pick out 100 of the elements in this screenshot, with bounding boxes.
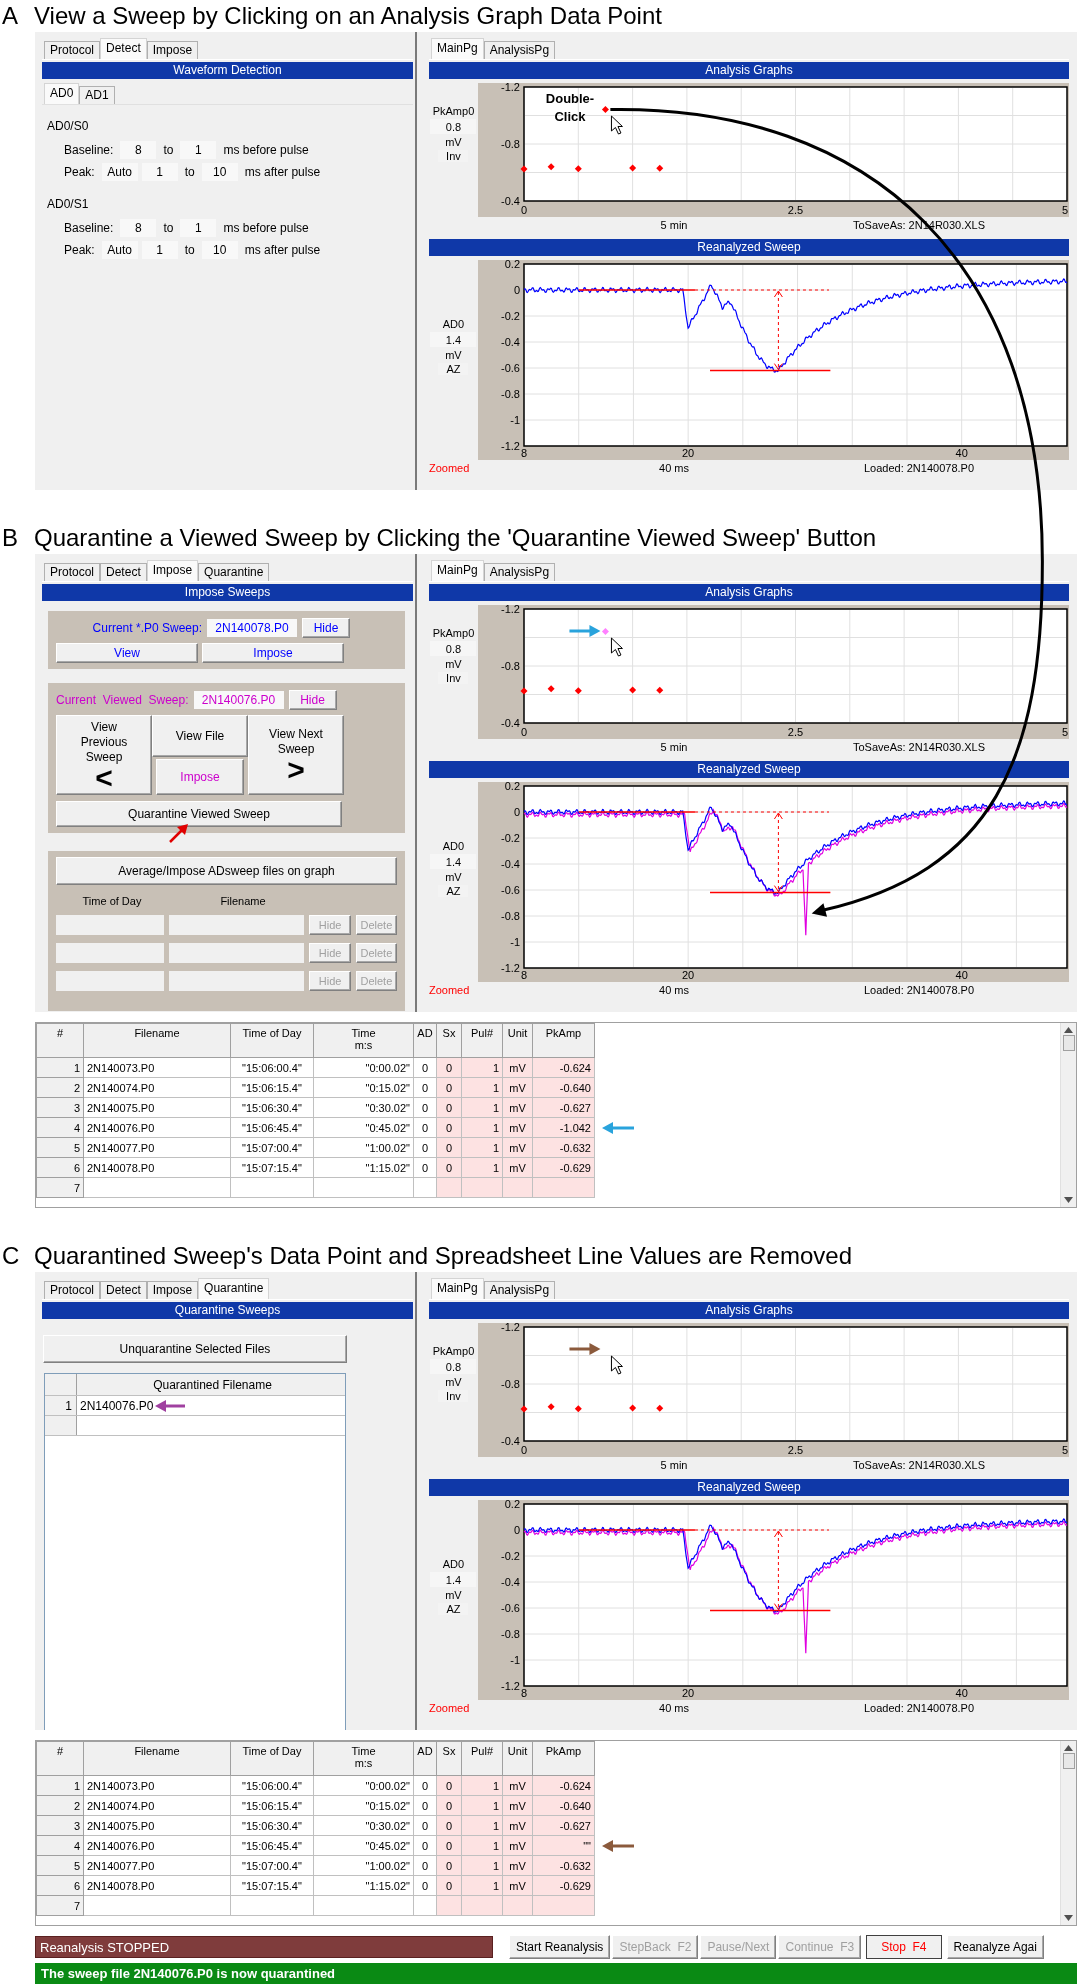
- scale-field[interactable]: 1.4: [430, 1572, 477, 1587]
- average-button[interactable]: Average/Impose ADsweep files on graph: [56, 857, 397, 885]
- panel-header: Analysis Graphs: [429, 584, 1069, 601]
- input-field[interactable]: Auto: [101, 163, 138, 181]
- panel-header: Reanalyzed Sweep: [429, 239, 1069, 256]
- column-header: PkAmp: [544, 1027, 583, 1039]
- column-header: Sx: [441, 1027, 457, 1039]
- input-field[interactable]: [56, 971, 164, 991]
- file-note: ToSaveAs: 2N14R030.XLS: [851, 741, 987, 753]
- toolbar-button[interactable]: Reanalyze Agai: [946, 1935, 1044, 1959]
- tab[interactable]: MainPg: [431, 1278, 484, 1299]
- scroll-up-icon[interactable]: [1064, 1027, 1073, 1033]
- table-cell: 0: [413, 1157, 437, 1178]
- scroll-up-icon[interactable]: [1064, 1745, 1073, 1751]
- data-point[interactable]: [520, 1405, 528, 1413]
- axis-tick-label: -0.2: [500, 1550, 520, 1562]
- file-note: Loaded: 2N140078.P0: [862, 1702, 976, 1714]
- table-cell: "1:00.02": [313, 1855, 414, 1876]
- section-letter: C: [1, 1242, 21, 1270]
- input-field[interactable]: [169, 943, 305, 963]
- tab[interactable]: Impose: [146, 41, 199, 59]
- hide-button[interactable]: Hide: [288, 690, 337, 710]
- input-field[interactable]: 8: [120, 141, 157, 159]
- action-button[interactable]: Impose: [202, 643, 344, 663]
- input-field[interactable]: 1: [180, 219, 217, 237]
- hide-button[interactable]: Hide: [302, 618, 350, 638]
- sweep-label: Current Viewed Sweep:: [56, 693, 189, 707]
- impose-button[interactable]: Impose: [156, 759, 244, 795]
- scroll-thumb[interactable]: [1062, 1035, 1075, 1051]
- tab[interactable]: Detect: [100, 1281, 147, 1299]
- panel-header: Reanalyzed Sweep: [429, 761, 1069, 778]
- input-field[interactable]: [56, 915, 164, 935]
- tab[interactable]: Impose: [146, 560, 199, 581]
- row-number: 1: [45, 1396, 77, 1415]
- row-number: 5: [36, 1137, 84, 1158]
- column-header: AD: [416, 1027, 434, 1039]
- data-point[interactable]: [520, 165, 528, 173]
- sweep-field[interactable]: 2N140076.P0: [193, 691, 284, 709]
- view-file-button[interactable]: View File: [152, 715, 248, 757]
- scroll-thumb[interactable]: [1062, 1753, 1075, 1769]
- tab[interactable]: Protocol: [44, 41, 101, 59]
- axis-tick-label: 0.2: [504, 782, 520, 792]
- tab[interactable]: AnalysisPg: [483, 563, 556, 581]
- input-field[interactable]: 1: [180, 141, 217, 159]
- unit-label: mV: [445, 658, 462, 670]
- previous-sweep-button[interactable]: View Previous Sweep <: [56, 715, 152, 795]
- input-field[interactable]: 1: [141, 163, 178, 181]
- input-field[interactable]: 8: [120, 219, 157, 237]
- unquarantine-button[interactable]: Unquarantine Selected Files: [43, 1335, 347, 1363]
- table-cell: "0:15.02": [313, 1795, 414, 1816]
- scroll-down-icon[interactable]: [1064, 1197, 1073, 1203]
- tab[interactable]: AnalysisPg: [483, 41, 556, 59]
- input-field[interactable]: 1: [141, 241, 178, 259]
- tab[interactable]: MainPg: [431, 560, 484, 581]
- tab[interactable]: Detect: [100, 38, 147, 59]
- file-name[interactable]: 2N140076.P0: [80, 1398, 154, 1413]
- tab[interactable]: Protocol: [44, 1281, 101, 1299]
- input-field[interactable]: [169, 915, 305, 935]
- scrollbar[interactable]: [1060, 1023, 1076, 1207]
- tab[interactable]: AD0: [44, 83, 80, 104]
- tab[interactable]: Quarantine: [198, 1278, 270, 1299]
- scale-field[interactable]: 0.8: [430, 641, 477, 656]
- tab[interactable]: Quarantine: [198, 563, 270, 581]
- column-header: #: [55, 1745, 65, 1757]
- toolbar-button[interactable]: Stop F4: [866, 1935, 942, 1959]
- field-label: ms before pulse: [222, 143, 310, 157]
- tab[interactable]: AD1: [79, 86, 115, 104]
- toolbar-button[interactable]: Start Reanalysis: [509, 1935, 611, 1959]
- axis-label: 40 ms: [658, 1702, 690, 1714]
- action-button[interactable]: View: [56, 643, 198, 663]
- scale-field[interactable]: 0.8: [430, 119, 477, 134]
- input-field[interactable]: 10: [201, 163, 238, 181]
- table-cell: 0: [413, 1835, 437, 1856]
- column-header: AD: [416, 1745, 434, 1757]
- scale-field[interactable]: 1.4: [430, 854, 477, 869]
- axis-tick-label: 0.2: [504, 260, 520, 270]
- tab[interactable]: Protocol: [44, 563, 101, 581]
- scrollbar[interactable]: [1060, 1741, 1076, 1925]
- tab[interactable]: Impose: [146, 1281, 199, 1299]
- column-header: Unit: [506, 1745, 529, 1757]
- file-note: Loaded: 2N140078.P0: [862, 462, 976, 474]
- data-point[interactable]: [520, 687, 528, 695]
- tab[interactable]: MainPg: [431, 38, 484, 59]
- table-cell: "15:06:45.4": [230, 1117, 314, 1138]
- scale-field[interactable]: 1.4: [430, 332, 477, 347]
- table-cell: "15:07:00.4": [230, 1137, 314, 1158]
- input-field[interactable]: Auto: [101, 241, 138, 259]
- input-field[interactable]: [169, 971, 305, 991]
- next-sweep-button[interactable]: View Next Sweep >: [248, 715, 344, 795]
- sweep-label: Current *.P0 Sweep:: [91, 621, 202, 635]
- quarantine-button[interactable]: Quarantine Viewed Sweep: [56, 801, 342, 827]
- input-field[interactable]: 10: [201, 241, 238, 259]
- tab[interactable]: AnalysisPg: [483, 1281, 556, 1299]
- scroll-down-icon[interactable]: [1064, 1915, 1073, 1921]
- input-field[interactable]: [56, 943, 164, 963]
- scale-field[interactable]: 0.8: [430, 1359, 477, 1374]
- cursor-icon: [610, 637, 623, 657]
- tab[interactable]: Detect: [100, 563, 147, 581]
- section-title: Quarantine a Viewed Sweep by Clicking the 'Quarantine Viewed Sweep' Button: [34, 524, 877, 552]
- sweep-field[interactable]: 2N140078.P0: [207, 619, 297, 637]
